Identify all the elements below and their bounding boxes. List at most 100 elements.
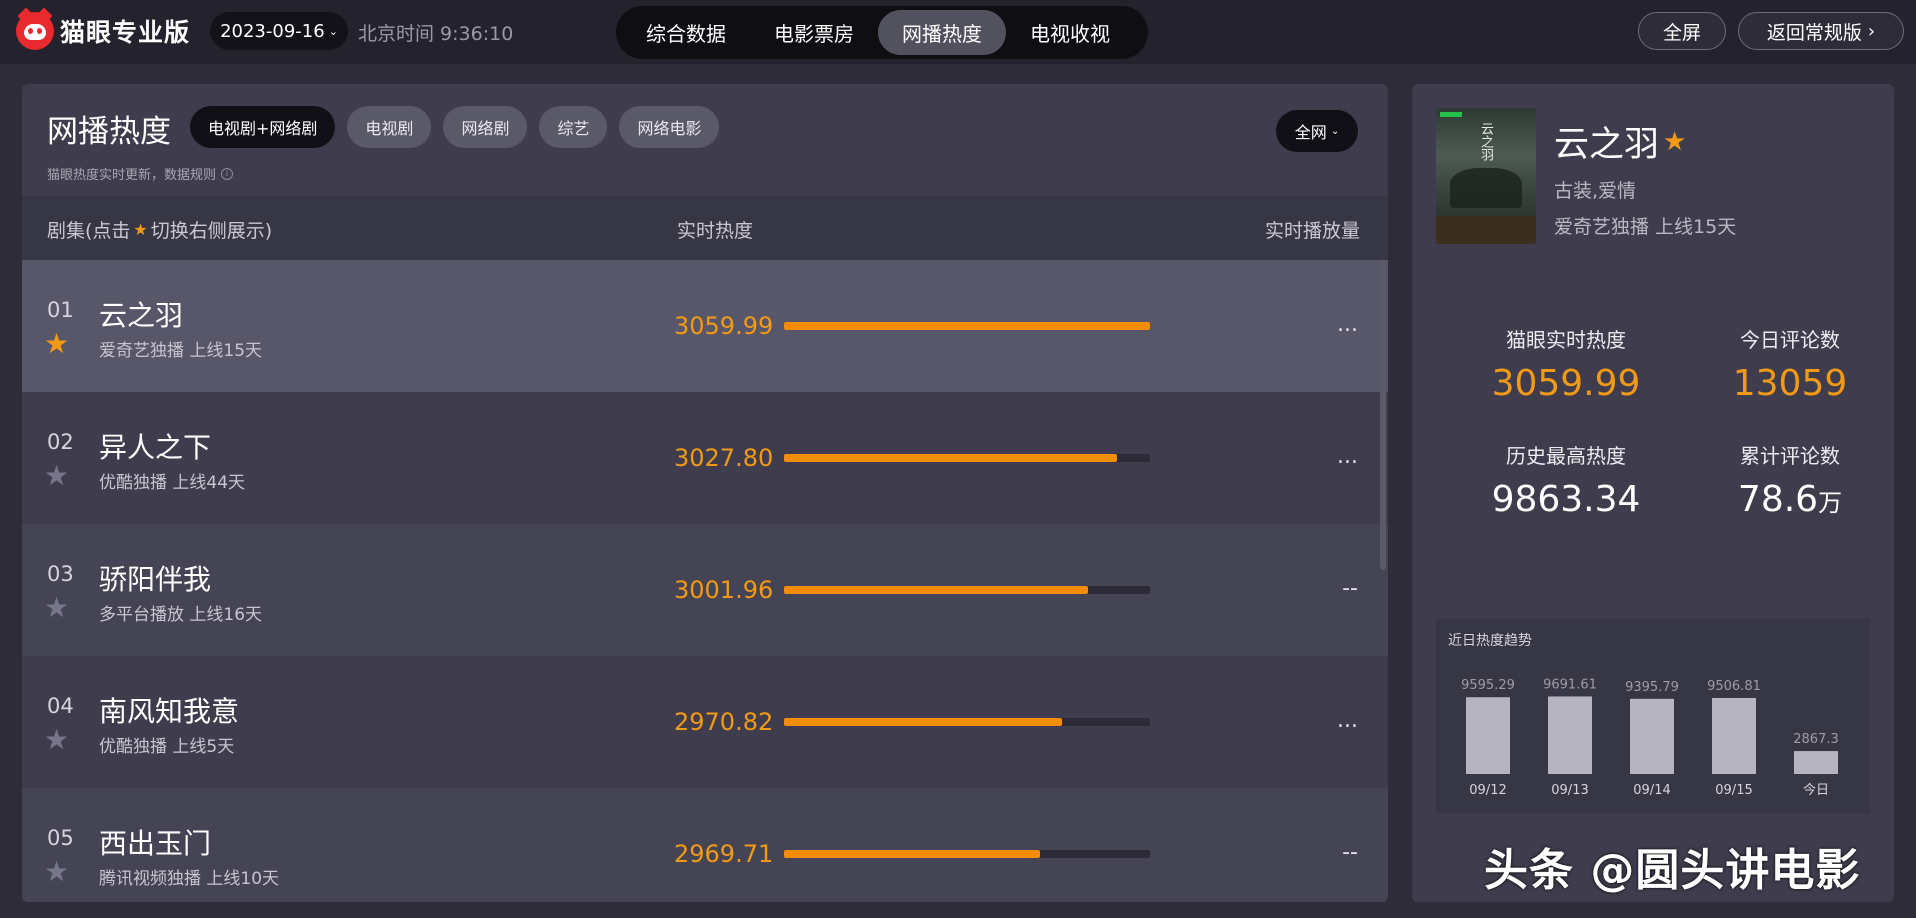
tab-overview[interactable]: 综合数据 — [622, 10, 750, 55]
heat-bar — [784, 718, 1150, 726]
trend-category-label: 今日 — [1803, 782, 1829, 798]
rank-number: 03 — [47, 562, 74, 586]
stat-label: 历史最高热度 — [1506, 444, 1626, 468]
rank-number: 05 — [47, 826, 74, 850]
main-tabs: 综合数据 电影票房 网播热度 电视收视 — [616, 6, 1148, 59]
detail-panel: 云之羽 云之羽 ★ 古装,爱情 爱奇艺独播 上线15天 猫眼实时热度 3059.… — [1412, 84, 1894, 902]
stat-value: 78.6万 — [1700, 479, 1880, 520]
series-meta: 爱奇艺独播 上线15天 — [99, 341, 263, 361]
heat-value: 3001.96 — [674, 576, 774, 604]
stat-value: 13059 — [1732, 363, 1848, 404]
chevron-down-icon: ⌄ — [1330, 125, 1340, 137]
heat-bar-fill — [784, 718, 1063, 726]
cat-eye-icon — [16, 7, 54, 50]
tab-box-office[interactable]: 电影票房 — [750, 10, 878, 55]
star-icon[interactable]: ★ — [44, 858, 69, 886]
plays-value: ... — [1337, 708, 1358, 733]
scope-select[interactable]: 全网 ⌄ — [1276, 110, 1358, 152]
table-row[interactable]: 01 ★ 云之羽 爱奇艺独播 上线15天 3059.99 ... — [22, 260, 1388, 392]
rank-number: 04 — [47, 694, 74, 718]
platform-tag — [1440, 112, 1462, 117]
note-text: 猫眼热度实时更新，数据规则 — [47, 168, 217, 183]
info-icon[interactable]: i — [221, 167, 234, 180]
stat-label: 今日评论数 — [1740, 328, 1840, 352]
plays-value: -- — [1342, 576, 1358, 601]
trend-chart-svg: 9595.29 09/12 9691.61 09/13 9395.79 09/14 9506… — [1461, 677, 1839, 798]
tab-web-heat[interactable]: 网播热度 — [878, 10, 1006, 55]
category-filters: 电视剧+网络剧 电视剧 网络剧 综艺 网络电影 — [190, 106, 720, 148]
series-meta: 优酷独播 上线44天 — [99, 473, 246, 493]
trend-category-label: 09/15 — [1715, 783, 1752, 798]
star-icon: ★ — [1663, 126, 1687, 157]
series-meta: 多平台播放 上线16天 — [99, 605, 263, 625]
series-name: 南风知我意 — [99, 695, 240, 728]
rank-number: 01 — [47, 298, 74, 322]
star-icon[interactable]: ★ — [44, 726, 69, 754]
table-row[interactable]: 03 ★ 骄阳伴我 多平台播放 上线16天 3001.96 -- — [22, 524, 1388, 656]
back-to-normal-button[interactable]: 返回常规版 › — [1738, 12, 1904, 50]
detail-meta: 爱奇艺独播 上线15天 — [1554, 216, 1737, 238]
filter-variety[interactable]: 综艺 — [539, 106, 608, 148]
stat-number: 78.6 — [1737, 479, 1819, 520]
series-meta: 腾讯视频独播 上线10天 — [99, 869, 280, 889]
col-series-post: 切换右侧展示) — [150, 220, 273, 242]
brand-name: 猫眼专业版 — [60, 18, 191, 47]
series-poster: 云之羽 — [1436, 108, 1536, 244]
table-header: 剧集(点击 ★ 切换右侧展示) 实时热度 实时播放量 — [22, 196, 1388, 260]
heat-bar — [784, 322, 1150, 330]
tab-tv-ratings[interactable]: 电视收视 — [1006, 10, 1134, 55]
watermark-text: 头条 @圆头讲电影 — [1484, 845, 1861, 896]
trend-category-label: 09/13 — [1551, 783, 1588, 798]
stat-value: 3059.99 — [1491, 363, 1641, 404]
ranking-list: 01 ★ 云之羽 爱奇艺独播 上线15天 3059.99 ... 02 ★ 异人… — [22, 260, 1388, 902]
detail-title: 云之羽 ★ — [1554, 116, 1686, 167]
filter-tv-and-web[interactable]: 电视剧+网络剧 — [190, 106, 336, 148]
list-scrollbar[interactable] — [1380, 260, 1386, 570]
stat-unit: 万 — [1818, 489, 1843, 517]
heat-trend-chart: 近日热度趋势 9595.29 09/12 9691.61 09/13 9395.79 09… — [1436, 618, 1870, 814]
heat-bar — [784, 454, 1150, 462]
trend-bar — [1630, 698, 1674, 774]
star-icon[interactable]: ★ — [44, 462, 69, 490]
stat-total-comments: 累计评论数 78.6万 — [1700, 440, 1880, 520]
table-row[interactable]: 04 ★ 南风知我意 优酷独播 上线5天 2970.82 ... — [22, 656, 1388, 788]
beijing-clock: 北京时间 9:36:10 — [358, 23, 514, 45]
heat-value: 2970.82 — [674, 708, 774, 736]
heat-bar-fill — [784, 322, 1150, 330]
trend-bar — [1712, 697, 1756, 774]
date-value: 2023-09-16 — [220, 20, 325, 42]
chart-title: 近日热度趋势 — [1448, 633, 1532, 649]
star-icon[interactable]: ★ — [44, 330, 69, 358]
brand-logo[interactable]: 猫眼专业版 — [16, 7, 191, 50]
trend-value-label: 2867.3 — [1793, 732, 1839, 747]
plays-value: ... — [1337, 444, 1358, 469]
filter-tv[interactable]: 电视剧 — [347, 106, 432, 148]
table-row[interactable]: 05 ★ 西出玉门 腾讯视频独播 上线10天 2969.71 -- — [22, 788, 1388, 902]
col-heat: 实时热度 — [677, 220, 754, 242]
trend-value-label: 9595.29 — [1461, 678, 1515, 693]
chevron-right-icon: › — [1867, 20, 1876, 42]
star-icon[interactable]: ★ — [44, 594, 69, 622]
col-plays: 实时播放量 — [1264, 220, 1360, 242]
series-name: 骄阳伴我 — [99, 563, 212, 596]
heat-bar-fill — [784, 586, 1088, 594]
trend-bar — [1466, 697, 1510, 774]
series-name: 西出玉门 — [99, 827, 212, 860]
trend-value-label: 9691.61 — [1543, 677, 1597, 692]
trend-bar — [1548, 696, 1592, 774]
col-series-pre: 剧集(点击 — [47, 220, 131, 242]
table-row[interactable]: 02 ★ 异人之下 优酷独播 上线44天 3027.80 ... — [22, 392, 1388, 524]
scope-value: 全网 — [1294, 123, 1327, 142]
heat-value: 2969.71 — [674, 840, 774, 868]
stat-realtime-heat: 猫眼实时热度 3059.99 — [1476, 324, 1656, 404]
heat-bar — [784, 586, 1150, 594]
filter-web-movie[interactable]: 网络电影 — [619, 106, 720, 148]
filter-web-series[interactable]: 网络剧 — [443, 106, 528, 148]
data-rules-note[interactable]: 猫眼热度实时更新，数据规则 i — [47, 164, 234, 183]
series-name: 云之羽 — [99, 299, 184, 332]
fullscreen-button[interactable]: 全屏 — [1638, 12, 1726, 50]
top-bar: 猫眼专业版 2023-09-16 ⌄ 北京时间 9:36:10 综合数据 电影票… — [0, 0, 1916, 64]
panel-title: 网播热度 — [47, 114, 171, 150]
detail-title-text: 云之羽 — [1554, 125, 1660, 165]
date-picker[interactable]: 2023-09-16 ⌄ — [210, 12, 348, 50]
